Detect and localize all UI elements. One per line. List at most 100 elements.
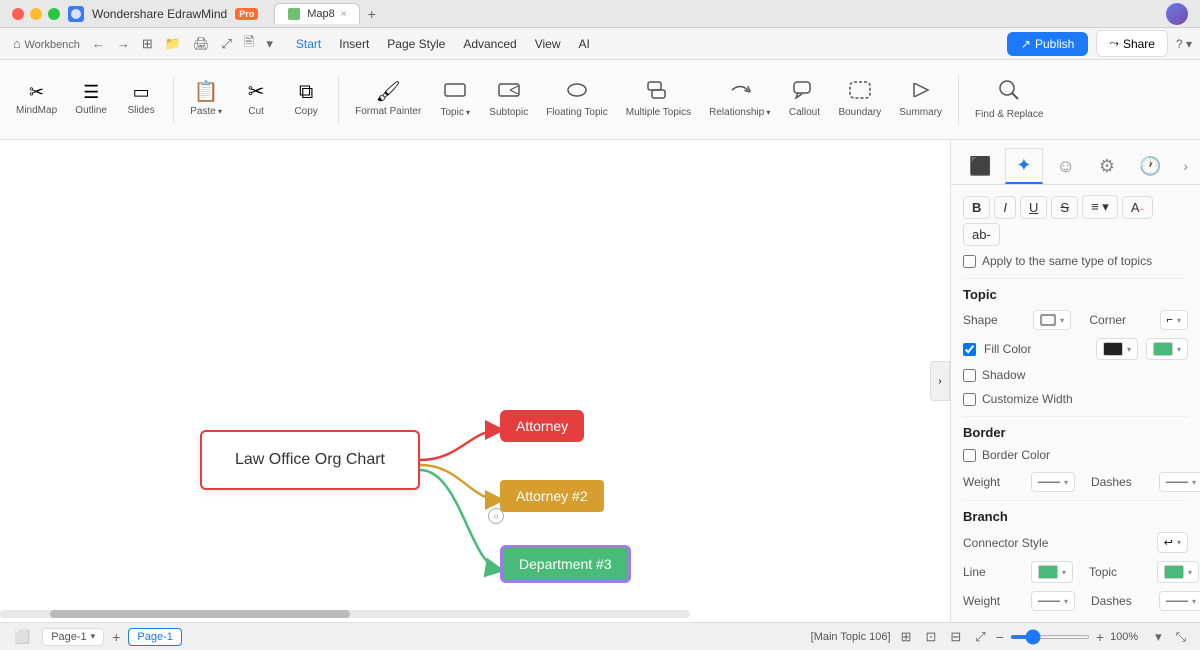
- fill-color-swatch-black: [1103, 342, 1123, 356]
- border-weight-arrow: ▾: [1064, 478, 1068, 487]
- fill-color-select-2[interactable]: ▾: [1146, 338, 1188, 360]
- slides-button[interactable]: ▭ Slides: [117, 77, 165, 123]
- add-tab-button[interactable]: +: [364, 6, 380, 22]
- subtopic-button[interactable]: Subtopic: [481, 75, 536, 125]
- paste-button[interactable]: 📋 Paste: [182, 76, 230, 124]
- more-format-button[interactable]: ab-: [963, 223, 1000, 246]
- format-painter-button[interactable]: 🖌 Format Painter: [347, 76, 429, 124]
- help-button[interactable]: ? ▾: [1176, 37, 1192, 51]
- sidebar-collapse-button[interactable]: ›: [930, 361, 950, 401]
- horizontal-scrollbar-thumb[interactable]: [50, 610, 350, 618]
- relationship-button[interactable]: Relationship: [701, 75, 778, 125]
- topic-button[interactable]: Topic: [431, 75, 479, 125]
- nav-btn-1[interactable]: ⊞: [137, 32, 158, 56]
- align-button[interactable]: ≡ ▾: [1082, 195, 1118, 219]
- shadow-checkbox[interactable]: [963, 369, 976, 382]
- fill-color-checkbox[interactable]: [963, 343, 976, 356]
- paste-icon: 📋: [194, 82, 219, 102]
- strikethrough-button[interactable]: S: [1051, 196, 1078, 219]
- topic-attorney[interactable]: Attorney: [500, 410, 584, 442]
- sidebar-tab-style[interactable]: ⬛: [959, 150, 1001, 183]
- page-1-tab[interactable]: Page-1 ▾: [42, 628, 104, 646]
- branch-line-select[interactable]: ▾: [1031, 561, 1073, 583]
- floating-topic-button[interactable]: Floating Topic: [538, 75, 616, 125]
- sidebar-tab-history[interactable]: 🕐: [1129, 150, 1171, 183]
- italic-button[interactable]: I: [994, 196, 1016, 219]
- font-color-button[interactable]: A−: [1122, 196, 1153, 219]
- nav-btn-3[interactable]: 🖨: [188, 32, 215, 56]
- floating-topic-icon: [566, 81, 588, 103]
- sidebar-collapse-right[interactable]: ›: [1179, 154, 1192, 178]
- menu-page-style[interactable]: Page Style: [379, 33, 453, 55]
- menu-insert[interactable]: Insert: [331, 33, 377, 55]
- bold-button[interactable]: B: [963, 196, 990, 219]
- central-node[interactable]: Law Office Org Chart: [200, 430, 420, 490]
- summary-button[interactable]: Summary: [891, 75, 950, 125]
- collapse-expand-icon[interactable]: ○: [488, 508, 504, 524]
- fill-color-arrow-1: ▾: [1127, 345, 1131, 354]
- menu-ai[interactable]: AI: [571, 33, 598, 55]
- mindmap-label: MindMap: [16, 105, 57, 117]
- fullscreen-button[interactable]: ⤢: [971, 627, 989, 647]
- customize-width-checkbox[interactable]: [963, 393, 976, 406]
- same-type-checkbox[interactable]: [963, 255, 976, 268]
- callout-button[interactable]: Callout: [780, 75, 828, 125]
- topic-attorney2[interactable]: Attorney #2: [500, 480, 604, 512]
- fill-color-select-1[interactable]: ▾: [1096, 338, 1138, 360]
- mindmap-button[interactable]: ✂ MindMap: [8, 77, 65, 123]
- zoom-slider[interactable]: [1010, 635, 1090, 639]
- menu-view[interactable]: View: [527, 33, 569, 55]
- outline-button[interactable]: ☰ Outline: [67, 77, 115, 123]
- page-1-active-tab[interactable]: Page-1: [128, 628, 181, 646]
- nav-btn-6[interactable]: ▾: [261, 32, 278, 56]
- user-avatar[interactable]: [1166, 3, 1188, 25]
- close-window-button[interactable]: [12, 8, 24, 20]
- topic-dept3[interactable]: Department #3: [500, 545, 631, 583]
- tab-close-button[interactable]: ×: [341, 9, 347, 20]
- sidebar-tab-format[interactable]: ✦: [1005, 148, 1042, 184]
- sidebar-tab-emoji[interactable]: ☺: [1047, 150, 1085, 183]
- border-dashes-line: ——: [1166, 476, 1188, 488]
- shape-select[interactable]: ▾: [1033, 310, 1071, 330]
- map-tab[interactable]: Map8 ×: [274, 3, 359, 24]
- minimize-window-button[interactable]: [30, 8, 42, 20]
- workbench-button[interactable]: ⌂ Workbench: [8, 32, 85, 55]
- boundary-button[interactable]: Boundary: [830, 75, 889, 125]
- multiple-topics-button[interactable]: Multiple Topics: [618, 75, 699, 125]
- outline-icon: ☰: [83, 83, 99, 101]
- menu-advanced[interactable]: Advanced: [455, 33, 524, 55]
- zoom-dropdown[interactable]: ▾: [1151, 627, 1166, 647]
- fit-page-button[interactable]: ⊞: [897, 627, 916, 647]
- sidebar-tab-theme[interactable]: ⚙: [1089, 150, 1125, 183]
- grid-button[interactable]: ⊟: [946, 627, 965, 647]
- branch-dashes-select[interactable]: —— ▾: [1159, 591, 1200, 611]
- canvas[interactable]: › Law Office Org Ch: [0, 140, 950, 622]
- title-bar: Wondershare EdrawMind Pro Map8 × +: [0, 0, 1200, 28]
- maximize-window-button[interactable]: [48, 8, 60, 20]
- nav-btn-2[interactable]: 📁: [160, 32, 186, 56]
- find-replace-button[interactable]: Find & Replace: [967, 73, 1051, 127]
- underline-button[interactable]: U: [1020, 196, 1047, 219]
- publish-button[interactable]: ↗ Publish: [1007, 32, 1088, 56]
- toggle-panel-button[interactable]: ⬜: [10, 627, 34, 647]
- share-button[interactable]: ⤳ Share: [1096, 30, 1168, 57]
- corner-select[interactable]: ⌐ ▾: [1160, 310, 1188, 330]
- expand-view-button[interactable]: ⤡: [1172, 627, 1190, 647]
- add-page-button[interactable]: +: [112, 629, 120, 645]
- view-mode-button[interactable]: ⊡: [921, 627, 940, 647]
- border-section-title: Border: [963, 425, 1188, 440]
- cut-button[interactable]: ✂ Cut: [232, 76, 280, 124]
- nav-btn-4[interactable]: ⤢: [217, 32, 237, 56]
- connector-style-select[interactable]: ↩ ▾: [1157, 532, 1188, 553]
- shape-row: Shape ▾ Corner ⌐ ▾: [963, 310, 1188, 330]
- forward-button[interactable]: →: [112, 32, 135, 55]
- nav-btn-5[interactable]: 🖹: [239, 29, 259, 59]
- border-weight-select[interactable]: —— ▾: [1031, 472, 1075, 492]
- branch-weight-select[interactable]: —— ▾: [1031, 591, 1075, 611]
- back-button[interactable]: ←: [87, 32, 110, 55]
- branch-topic-select[interactable]: ▾: [1157, 561, 1199, 583]
- copy-button[interactable]: ⧉ Copy: [282, 76, 330, 124]
- border-color-checkbox[interactable]: [963, 449, 976, 462]
- menu-start[interactable]: Start: [288, 33, 329, 55]
- border-dashes-select[interactable]: —— ▾: [1159, 472, 1200, 492]
